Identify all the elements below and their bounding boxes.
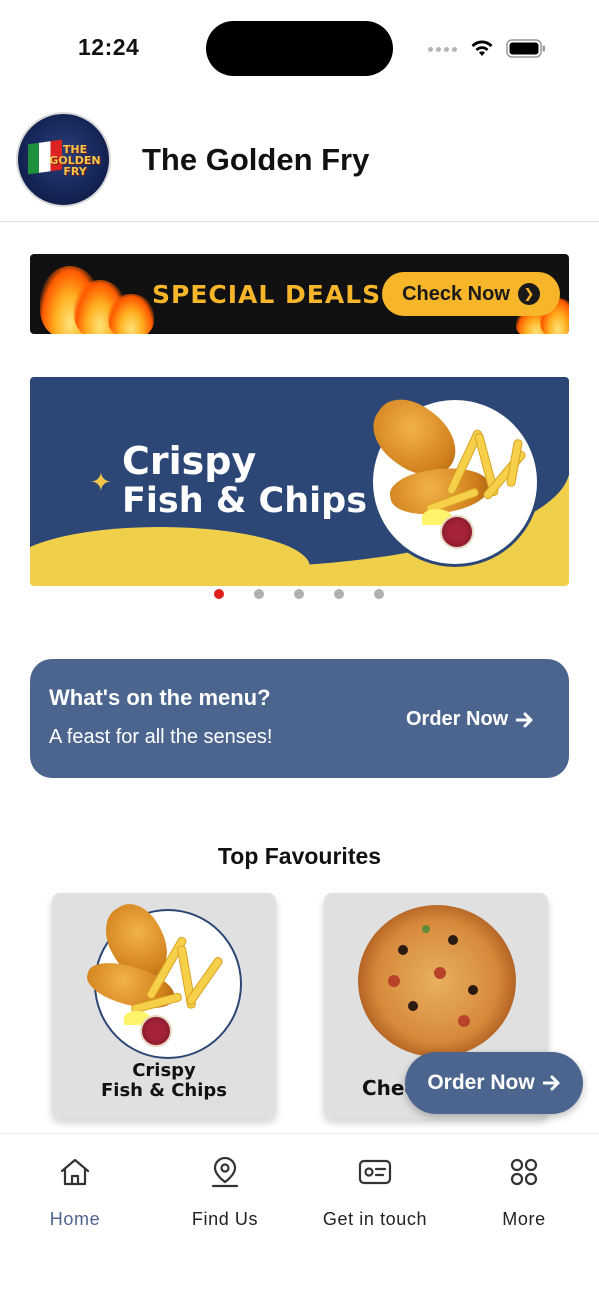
nav-home[interactable]: Home xyxy=(0,1154,150,1230)
status-bar: 12:24 xyxy=(0,0,599,96)
sparkle-icon: ✦ xyxy=(90,467,112,497)
hero-title-line1: Crispy xyxy=(122,439,257,483)
grid-icon xyxy=(510,1158,538,1186)
battery-icon xyxy=(506,39,545,58)
nav-more[interactable]: More xyxy=(449,1154,599,1230)
nav-more-label: More xyxy=(502,1209,546,1229)
order-now-label: Order Now xyxy=(406,708,509,730)
contact-card-icon xyxy=(358,1159,392,1185)
nav-get-in-touch-label: Get in touch xyxy=(322,1209,428,1229)
location-pin-icon xyxy=(211,1156,239,1188)
cellular-signal-icon xyxy=(428,47,457,52)
nav-home-label: Home xyxy=(49,1209,101,1229)
arrow-right-icon xyxy=(542,1075,560,1091)
hero-carousel-slide[interactable]: ✦ Crispy Fish & Chips xyxy=(30,377,569,586)
nav-get-in-touch[interactable]: Get in touch xyxy=(300,1154,450,1230)
hero-title-line2: Fish & Chips xyxy=(122,481,368,521)
check-now-label: Check Now xyxy=(402,282,510,305)
floating-order-now-button[interactable]: Order Now xyxy=(405,1052,583,1114)
dynamic-island xyxy=(206,21,393,76)
favourite-card-fish-chips[interactable]: Crispy Fish & Chips xyxy=(52,893,276,1119)
carousel-indicator xyxy=(214,589,384,599)
carousel-dot[interactable] xyxy=(294,589,304,599)
app-header: THE GOLDEN FRY The Golden Fry xyxy=(0,100,599,222)
special-deals-text: SPECIAL DEALS xyxy=(152,280,382,309)
menu-promo-card[interactable]: What's on the menu? A feast for all the … xyxy=(30,659,569,778)
menu-card-title: What's on the menu? xyxy=(49,685,271,710)
home-icon xyxy=(60,1158,90,1186)
order-now-link[interactable]: Order Now xyxy=(406,708,534,731)
top-favourites-heading: Top Favourites xyxy=(217,843,382,869)
carousel-dot[interactable] xyxy=(254,589,264,599)
app-title: The Golden Fry xyxy=(142,142,370,177)
carousel-dot[interactable] xyxy=(374,589,384,599)
carousel-dot[interactable] xyxy=(334,589,344,599)
wifi-icon xyxy=(471,40,493,56)
special-deals-banner[interactable]: SPECIAL DEALS Check Now ❯ xyxy=(30,254,569,334)
chevron-right-icon: ❯ xyxy=(517,283,540,305)
nav-find-us[interactable]: Find Us xyxy=(150,1154,300,1230)
floating-order-label: Order Now xyxy=(427,1071,535,1094)
logo-text: THE GOLDEN FRY xyxy=(49,143,101,178)
arrow-right-icon xyxy=(516,712,533,727)
pizza-thumbnail xyxy=(358,905,516,1057)
bottom-navigation: Home Find Us Get in touch More xyxy=(0,1133,599,1300)
check-now-button[interactable]: Check Now ❯ xyxy=(382,272,560,316)
status-time: 12:24 xyxy=(78,34,140,60)
favourite-name: Crispy Fish & Chips xyxy=(100,1060,228,1101)
menu-card-subtitle: A feast for all the senses! xyxy=(49,726,273,748)
carousel-dot-active[interactable] xyxy=(214,589,224,599)
nav-find-us-label: Find Us xyxy=(191,1209,259,1229)
brand-logo[interactable]: THE GOLDEN FRY xyxy=(16,112,111,207)
